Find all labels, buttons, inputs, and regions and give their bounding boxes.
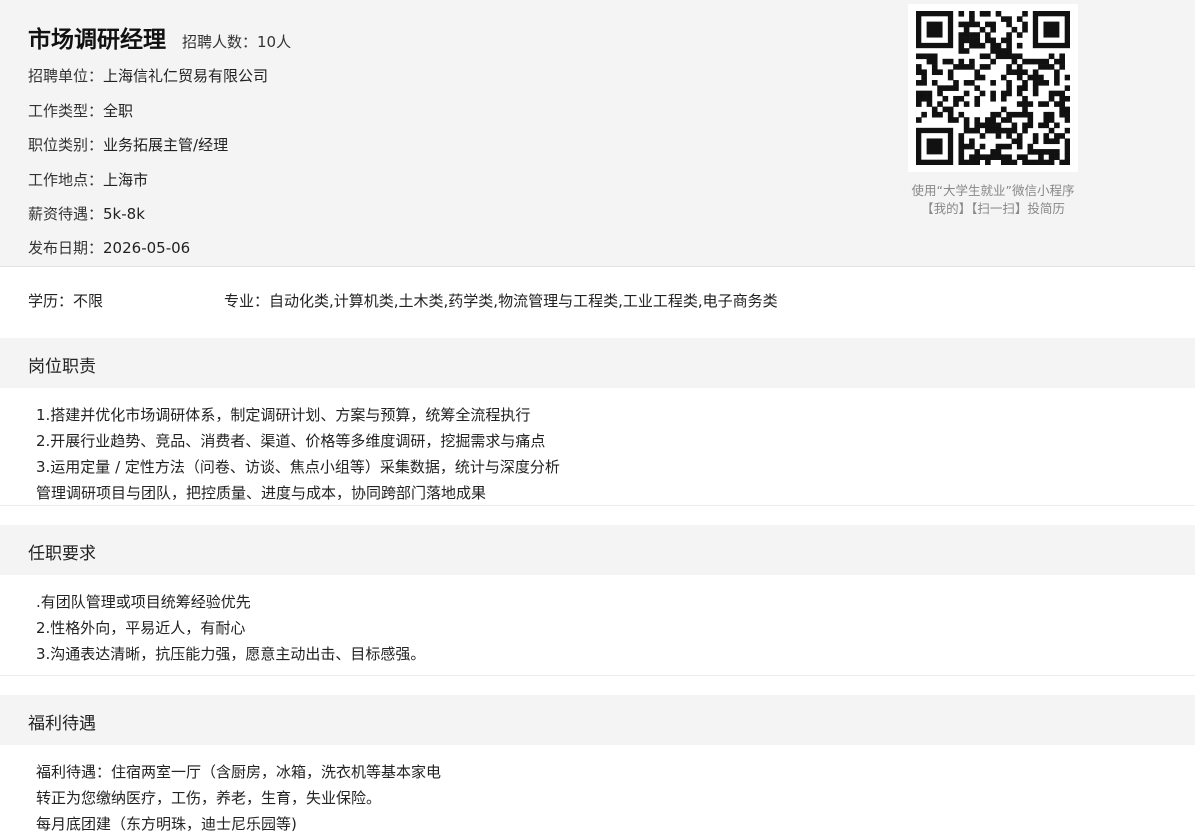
duty-line: 1.搭建并优化市场调研体系，制定调研计划、方案与预算，统筹全流程执行 [36,406,531,424]
info-label: 发布日期： [28,239,104,257]
benefit-line: 转正为您缴纳医疗，工伤，养老，生育，失业保险。 [36,789,382,807]
info-salary: 薪资待遇：5k-8k [28,203,145,224]
section-header-duties: 岗位职责 [0,338,1195,388]
section-body-requirements: .有团队管理或项目统筹经验优先 2.性格外向，平易近人，有耐心 3.沟通表达清晰… [36,589,425,667]
job-location: 上海市 [103,171,149,189]
job-category: 业务拓展主管/经理 [103,136,229,154]
info-label: 职位类别： [28,136,104,154]
info-company: 招聘单位：上海信礼仁贸易有限公司 [28,65,268,86]
info-category: 职位类别：业务拓展主管/经理 [28,134,228,155]
benefit-line: 每月底团建（东方明珠，迪士尼乐园等) [36,815,297,833]
section-body-benefits: 福利待遇：住宿两室一厅（含厨房，冰箱，洗衣机等基本家电 转正为您缴纳医疗，工伤，… [36,759,441,837]
duty-line: 3.运用定量 / 定性方法（问卷、访谈、焦点小组等）采集数据，统计与深度分析 [36,458,560,476]
info-label: 薪资待遇： [28,205,104,223]
duty-line: 管理调研项目与团队，把控质量、进度与成本，协同跨部门落地成果 [36,484,487,502]
divider [0,675,1195,676]
qr-caption: 使用“大学生就业”微信小程序 【我的】【扫一扫】投简历 [888,182,1098,218]
duty-line: 2.开展行业趋势、竞品、消费者、渠道、价格等多维度调研，挖掘需求与痛点 [36,432,546,450]
info-location: 工作地点：上海市 [28,169,148,190]
requirement-line: 2.性格外向，平易近人，有耐心 [36,619,246,637]
requirement-line: .有团队管理或项目统筹经验优先 [36,593,251,611]
job-type: 全职 [103,102,134,120]
section-header-benefits: 福利待遇 [0,695,1195,745]
job-title: 市场调研经理 [28,27,166,53]
headcount: 招聘人数：10人 [182,33,292,51]
requirement-line: 3.沟通表达清晰，抗压能力强，愿意主动出击、目标感强。 [36,645,426,663]
company-name: 上海信礼仁贸易有限公司 [103,67,269,85]
section-header-requirements: 任职要求 [0,525,1195,575]
info-label: 工作类型： [28,102,104,120]
qr-code [908,4,1078,172]
divider [0,505,1195,506]
info-publish-date: 发布日期：2026-05-06 [28,237,190,258]
info-label: 招聘单位： [28,67,104,85]
section-title: 岗位职责 [28,357,96,377]
info-job-type: 工作类型：全职 [28,100,133,121]
qr-caption-line: 【我的】【扫一扫】投简历 [921,201,1065,216]
section-title: 福利待遇 [28,714,96,734]
section-body-duties: 1.搭建并优化市场调研体系，制定调研计划、方案与预算，统筹全流程执行 2.开展行… [36,402,560,506]
job-header: 市场调研经理 招聘人数：10人 招聘单位：上海信礼仁贸易有限公司 工作类型：全职… [0,0,1195,267]
benefit-line: 福利待遇：住宿两室一厅（含厨房，冰箱，洗衣机等基本家电 [36,763,442,781]
education-requirement: 学历：不限 [28,292,104,310]
info-label: 工作地点： [28,171,104,189]
major-requirement: 专业：自动化类,计算机类,土木类,药学类,物流管理与工程类,工业工程类,电子商务… [224,292,778,310]
qr-caption-line: 使用“大学生就业”微信小程序 [911,183,1075,198]
qr-code-icon [916,11,1070,165]
title-row: 市场调研经理 招聘人数：10人 [28,20,291,54]
job-salary: 5k-8k [103,205,145,223]
section-title: 任职要求 [28,544,96,564]
publish-date: 2026-05-06 [103,239,191,257]
